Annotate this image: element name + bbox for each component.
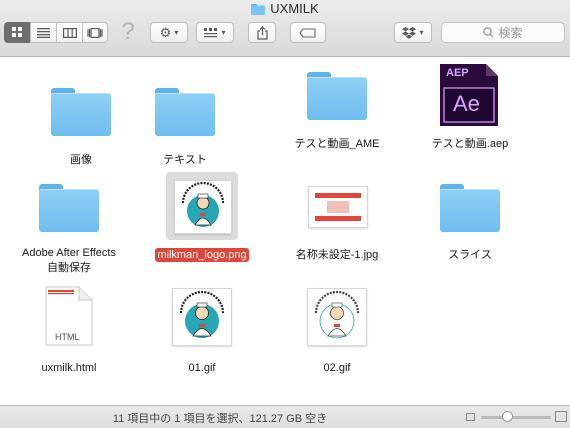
file-name-line2: 自動保存: [47, 262, 91, 274]
folder-icon: [39, 184, 99, 232]
file-name: 02.gif: [323, 362, 351, 374]
status-text: 11 項目中の 1 項目を選択、121.27 GB 空き: [112, 413, 328, 425]
slider-knob[interactable]: [501, 411, 513, 422]
file-name: テスと動画_AME: [294, 138, 380, 150]
tag-icon: [299, 27, 316, 38]
large-icon-size-icon: [555, 411, 567, 422]
chevron-down-icon: ▾: [419, 28, 424, 37]
html-file-icon: HTML: [45, 286, 93, 346]
after-effects-project-icon: AEP Ae: [440, 64, 498, 126]
column-view-button[interactable]: [56, 22, 82, 43]
file-name: 名称未設定-1.jpg: [295, 249, 379, 261]
arrange-menu-button[interactable]: ▾: [196, 22, 234, 43]
window-title: UXMILK: [0, 0, 570, 16]
file-name: テスと動画.aep: [431, 138, 509, 150]
dropbox-icon: [402, 26, 417, 39]
image-thumbnail: [172, 288, 232, 346]
milkman-logo-image: [179, 290, 225, 338]
file-item[interactable]: スライス: [408, 182, 532, 262]
file-name-line1: Adobe After Effects: [22, 247, 116, 259]
ae-logo-text: Ae: [453, 91, 480, 116]
folder-icon: [51, 88, 111, 136]
folder-icon: [251, 3, 266, 15]
icon-view-button[interactable]: [4, 22, 30, 43]
milkman-logo-image: [314, 290, 360, 339]
file-item[interactable]: 01.gif: [140, 284, 264, 374]
small-icon-size-icon: [466, 413, 475, 421]
html-icon-text: HTML: [55, 332, 80, 342]
file-item[interactable]: テスと動画_AME: [275, 68, 399, 154]
file-name: テキスト: [163, 154, 207, 166]
chevron-down-icon: ▾: [221, 28, 226, 37]
file-item[interactable]: HTML uxmilk.html: [7, 284, 131, 374]
grid-icon: [12, 27, 22, 37]
file-name: 01.gif: [188, 362, 216, 374]
search-placeholder: 検索: [498, 26, 523, 40]
dropbox-menu-button[interactable]: ▾: [394, 22, 432, 43]
gear-icon: ⚙: [159, 24, 172, 40]
share-button[interactable]: [248, 22, 276, 43]
view-mode-switcher: [4, 22, 108, 43]
status-bar: 11 項目中の 1 項目を選択、121.27 GB 空き: [0, 405, 570, 428]
list-view-button[interactable]: [30, 22, 56, 43]
file-item[interactable]: 名称未設定-1.jpg: [275, 182, 399, 262]
aep-tag-text: AEP: [446, 67, 469, 79]
red-text-image: [315, 193, 361, 221]
search-icon: [483, 27, 495, 38]
action-menu-button[interactable]: ⚙ ▾: [150, 22, 188, 43]
slider-track[interactable]: [481, 416, 551, 419]
list-icon: [37, 27, 50, 38]
toolbar: UXMILK ? ⚙ ▾ ▾ ▾ 検索: [0, 0, 570, 57]
file-name: スライス: [448, 249, 492, 261]
columns-icon: [62, 27, 77, 38]
file-item[interactable]: 02.gif: [275, 284, 399, 374]
folder-icon: [440, 184, 500, 232]
tags-button[interactable]: [290, 22, 326, 43]
share-icon: [256, 25, 268, 40]
coverflow-icon: [87, 27, 103, 38]
file-name: uxmilk.html: [41, 362, 97, 374]
search-field[interactable]: 検索: [441, 22, 565, 43]
help-icon[interactable]: ?: [117, 18, 139, 46]
folder-icon: [155, 88, 215, 136]
milkman-logo-image: [181, 181, 225, 227]
image-thumbnail: [308, 186, 368, 228]
file-item[interactable]: テキスト: [123, 82, 247, 168]
folder-icon: [307, 72, 367, 120]
file-name: 画像: [70, 154, 92, 166]
file-item-selected[interactable]: milkman_logo.png: [140, 172, 264, 262]
arrange-grid-icon: [204, 27, 218, 37]
window-title-text: UXMILK: [270, 0, 319, 16]
file-name: milkman_logo.png: [155, 248, 249, 262]
image-thumbnail: [174, 180, 232, 234]
chevron-down-icon: ▾: [174, 28, 179, 37]
coverflow-view-button[interactable]: [82, 22, 108, 43]
image-thumbnail: [307, 288, 367, 346]
file-item[interactable]: AEP Ae テスと動画.aep: [408, 64, 532, 154]
file-item[interactable]: Adobe After Effects 自動保存: [7, 182, 131, 276]
